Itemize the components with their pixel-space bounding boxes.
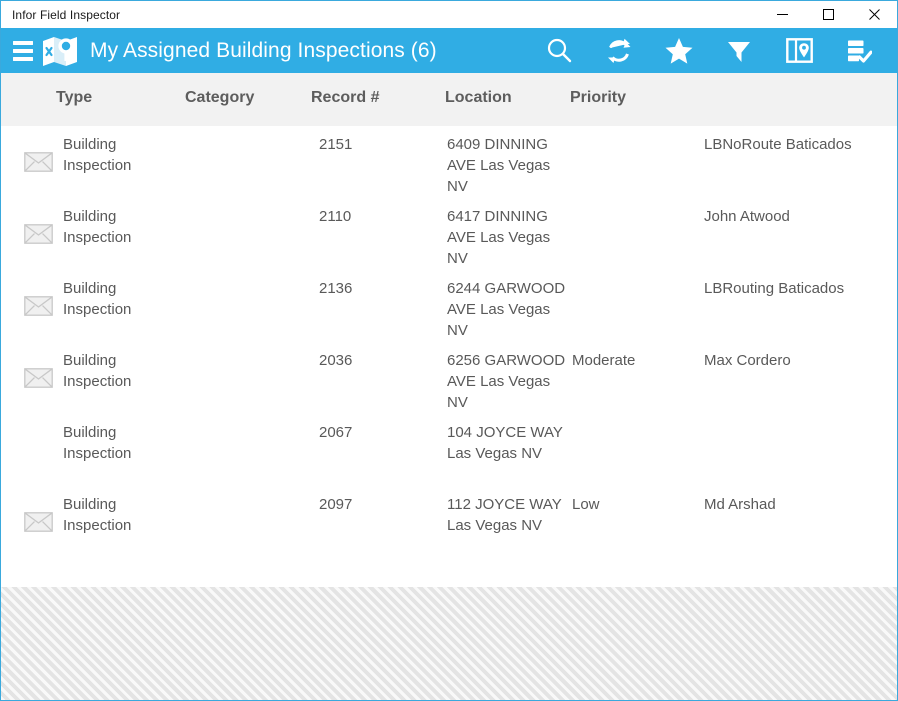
cell-priority: Moderate xyxy=(572,350,692,371)
hamburger-bar xyxy=(13,49,33,53)
cell-type: Building Inspection xyxy=(63,134,173,176)
window-titlebar: Infor Field Inspector xyxy=(1,1,897,28)
cell-location: 6409 DINNING AVE Las Vegas NV xyxy=(447,134,572,197)
column-header-type[interactable]: Type xyxy=(56,89,92,107)
map-search-logo-icon xyxy=(40,28,84,73)
cell-location: 6417 DINNING AVE Las Vegas NV xyxy=(447,206,572,269)
inspection-list: Building Inspection 2151 6409 DINNING AV… xyxy=(1,126,897,587)
search-icon[interactable] xyxy=(529,28,589,73)
cell-assignee: John Atwood xyxy=(704,206,874,227)
cell-type: Building Inspection xyxy=(63,206,173,248)
window-title: Infor Field Inspector xyxy=(1,8,120,22)
envelope-icon[interactable] xyxy=(22,294,54,318)
cell-record: 2097 xyxy=(319,494,429,515)
cell-assignee: LBNoRoute Baticados xyxy=(704,134,874,155)
table-row[interactable]: Building Inspection 2097 112 JOYCE WAY L… xyxy=(1,486,897,558)
cell-location: 6256 GARWOOD AVE Las Vegas NV xyxy=(447,350,572,413)
cell-type: Building Inspection xyxy=(63,494,173,536)
cell-record: 2067 xyxy=(319,422,429,443)
cell-location: 104 JOYCE WAY Las Vegas NV xyxy=(447,422,572,464)
maximize-button[interactable] xyxy=(805,1,851,28)
page-title: My Assigned Building Inspections (6) xyxy=(90,39,529,63)
table-row[interactable]: Building Inspection 2067 104 JOYCE WAY L… xyxy=(1,414,897,486)
close-button[interactable] xyxy=(851,1,897,28)
envelope-icon[interactable] xyxy=(22,510,54,534)
table-row[interactable]: Building Inspection 2110 6417 DINNING AV… xyxy=(1,198,897,270)
hamburger-bar xyxy=(13,57,33,61)
cell-type: Building Inspection xyxy=(63,350,173,392)
footer-hatched-area xyxy=(1,587,897,700)
application-window: Infor Field Inspector xyxy=(0,0,898,701)
filter-icon[interactable] xyxy=(709,28,769,73)
cell-type: Building Inspection xyxy=(63,422,173,464)
table-row[interactable]: Building Inspection 2036 6256 GARWOOD AV… xyxy=(1,342,897,414)
hamburger-bar xyxy=(13,41,33,45)
header-toolbar xyxy=(529,28,897,73)
app-header-bar: My Assigned Building Inspections (6) xyxy=(1,28,897,73)
column-header-record[interactable]: Record # xyxy=(311,89,379,107)
cell-record: 2036 xyxy=(319,350,429,371)
column-header-location[interactable]: Location xyxy=(445,89,512,107)
cell-record: 2151 xyxy=(319,134,429,155)
cell-location: 6244 GARWOOD AVE Las Vegas NV xyxy=(447,278,572,341)
envelope-icon[interactable] xyxy=(22,222,54,246)
envelope-icon[interactable] xyxy=(22,150,54,174)
envelope-icon[interactable] xyxy=(22,366,54,390)
cell-location: 112 JOYCE WAY Las Vegas NV xyxy=(447,494,572,536)
refresh-icon[interactable] xyxy=(589,28,649,73)
checklist-icon[interactable] xyxy=(829,28,889,73)
column-header-category[interactable]: Category xyxy=(185,89,254,107)
map-icon[interactable] xyxy=(769,28,829,73)
table-row[interactable]: Building Inspection 2151 6409 DINNING AV… xyxy=(1,126,897,198)
cell-assignee: LBRouting Baticados xyxy=(704,278,874,299)
table-column-header: Type Category Record # Location Priority xyxy=(1,73,897,126)
cell-assignee: Md Arshad xyxy=(704,494,874,515)
cell-type: Building Inspection xyxy=(63,278,173,320)
hamburger-menu-icon[interactable] xyxy=(6,28,40,73)
cell-record: 2110 xyxy=(319,206,429,227)
cell-record: 2136 xyxy=(319,278,429,299)
cell-assignee: Max Cordero xyxy=(704,350,874,371)
window-controls xyxy=(759,1,897,28)
star-icon[interactable] xyxy=(649,28,709,73)
column-header-priority[interactable]: Priority xyxy=(570,89,626,107)
table-row[interactable]: Building Inspection 2136 6244 GARWOOD AV… xyxy=(1,270,897,342)
cell-priority: Low xyxy=(572,494,692,515)
minimize-button[interactable] xyxy=(759,1,805,28)
